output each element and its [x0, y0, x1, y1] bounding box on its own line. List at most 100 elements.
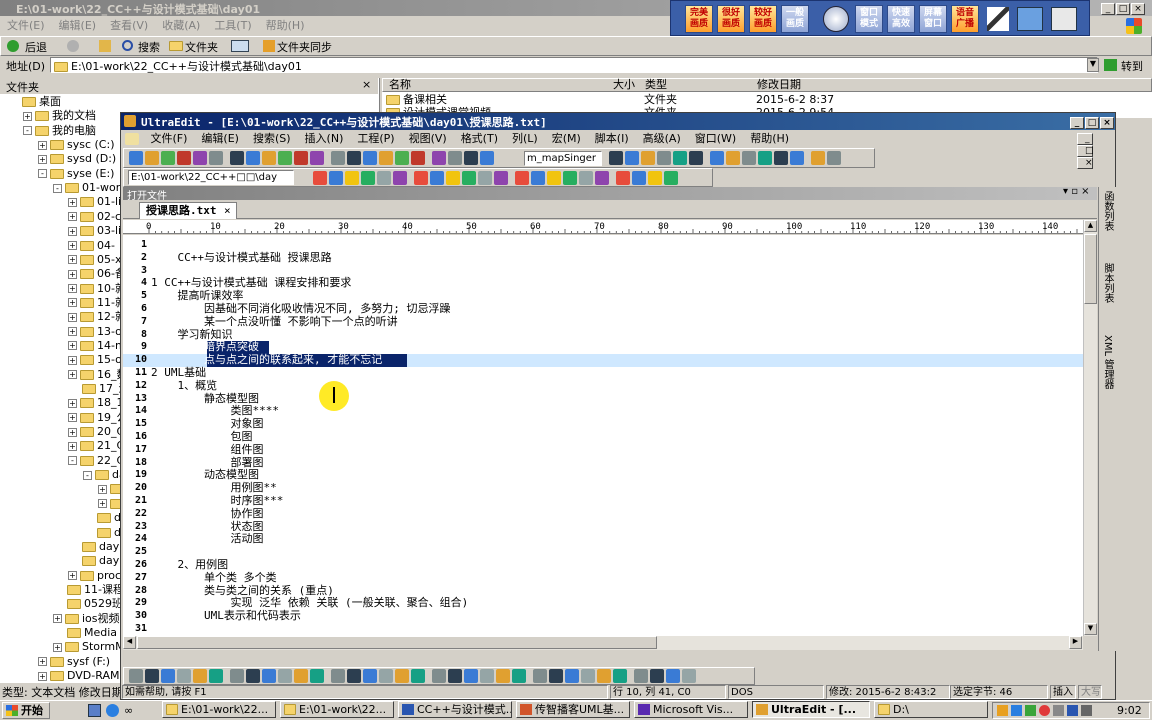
standard-tool-icon[interactable] — [432, 151, 446, 165]
format-tool-icon[interactable] — [533, 669, 547, 683]
tree-item[interactable]: 桌面 — [8, 95, 61, 109]
quick-btn-4[interactable]: 一般 画质 — [781, 5, 809, 33]
tools-tool-icon[interactable] — [361, 171, 375, 185]
format-tool-icon[interactable] — [682, 669, 696, 683]
search-button[interactable]: 搜索 — [138, 39, 160, 55]
expand-icon[interactable]: + — [68, 441, 77, 451]
pen-icon[interactable] — [987, 7, 1009, 31]
code-line[interactable]: 时序图*** — [151, 494, 283, 508]
ue-menu-format[interactable]: 格式(T) — [454, 132, 505, 145]
quick-btn-3[interactable]: 较好 画质 — [749, 5, 777, 33]
code-line[interactable]: 活动图 — [151, 533, 263, 546]
view-tool-icon[interactable] — [673, 151, 687, 165]
expand-icon[interactable]: + — [98, 499, 107, 509]
sync-button[interactable]: 文件夹同步 — [277, 39, 332, 55]
menu-edit[interactable]: 编辑(E) — [52, 19, 104, 32]
expand-icon[interactable]: + — [23, 111, 32, 121]
menu-view[interactable]: 查看(V) — [103, 19, 155, 32]
tree-item[interactable]: + sysc (C:) — [38, 138, 115, 152]
folders-button[interactable]: 文件夹 — [185, 39, 218, 55]
standard-tool-icon[interactable] — [411, 151, 425, 165]
view-tool-icon[interactable] — [790, 151, 804, 165]
ue-menu-help[interactable]: 帮助(H) — [743, 132, 796, 145]
tree-item[interactable]: + ios视频 — [53, 612, 120, 626]
format-tool-icon[interactable] — [310, 669, 324, 683]
col-date[interactable]: 修改日期 — [757, 79, 801, 91]
tray-icon-4[interactable] — [1039, 705, 1050, 716]
tray-icon-6[interactable] — [1067, 705, 1078, 716]
minimize-icon[interactable]: _ — [1101, 3, 1115, 15]
tools-tool-icon[interactable] — [345, 171, 359, 185]
format-tool-icon[interactable] — [395, 669, 409, 683]
address-field[interactable]: E:\01-work\22_CC++与设计模式基础\day01 — [50, 57, 1098, 73]
format-tool-icon[interactable] — [230, 669, 244, 683]
standard-tool-icon[interactable] — [294, 151, 308, 165]
tools-tool-icon[interactable] — [329, 171, 343, 185]
editor-vscrollbar[interactable]: ▲ ▼ — [1083, 220, 1097, 636]
expand-icon[interactable]: + — [68, 284, 77, 294]
format-tool-icon[interactable] — [209, 669, 223, 683]
format-tool-icon[interactable] — [129, 669, 143, 683]
scroll-down-icon[interactable]: ▼ — [1084, 623, 1097, 635]
disc-icon[interactable] — [823, 6, 849, 32]
ue-menu-file[interactable]: 文件(F) — [144, 132, 195, 145]
tree-item[interactable]: 0529班 — [53, 597, 123, 611]
expand-icon[interactable]: + — [68, 226, 77, 236]
standard-tool-icon[interactable] — [161, 151, 175, 165]
tray-icon-1[interactable] — [997, 705, 1008, 716]
view-tool-icon[interactable] — [689, 151, 703, 165]
format-tool-icon[interactable] — [650, 669, 664, 683]
code-line[interactable]: 1、概览 — [151, 379, 217, 393]
format-tool-icon[interactable] — [145, 669, 159, 683]
ue-menu-view[interactable]: 视图(V) — [402, 132, 454, 145]
expand-icon[interactable]: + — [53, 614, 62, 624]
address-dropdown-icon[interactable]: ▼ — [1087, 58, 1099, 72]
side-tab-scripts[interactable]: 脚本列表 — [1101, 263, 1115, 319]
tools-tool-icon[interactable] — [664, 171, 678, 185]
format-tool-icon[interactable] — [262, 669, 276, 683]
ultraedit-titlebar[interactable]: UltraEdit - [E:\01-work\22_CC++与设计模式基础\d… — [121, 113, 1115, 130]
tree-item[interactable]: - 我的电脑 — [23, 124, 96, 138]
menu-favorites[interactable]: 收藏(A) — [155, 19, 207, 32]
view-tool-icon[interactable] — [827, 151, 841, 165]
volume-icon[interactable] — [1081, 705, 1092, 716]
expand-icon[interactable]: + — [68, 571, 77, 581]
expand-icon[interactable]: + — [68, 255, 77, 265]
col-size[interactable]: 大小 — [613, 79, 635, 91]
tools-tool-icon[interactable] — [414, 171, 428, 185]
collapse-icon[interactable]: - — [53, 183, 62, 193]
format-tool-icon[interactable] — [432, 669, 446, 683]
tray-icon-2[interactable] — [1011, 705, 1022, 716]
hscroll-thumb[interactable] — [137, 636, 657, 649]
format-tool-icon[interactable] — [565, 669, 579, 683]
folder-pane-close-icon[interactable]: × — [362, 78, 371, 91]
code-line[interactable]: 因基础不同消化吸收情况不同, 多努力; 切忌浮躁 — [151, 302, 451, 316]
back-icon[interactable] — [7, 40, 19, 52]
tools-tool-icon[interactable] — [563, 171, 577, 185]
standard-tool-icon[interactable] — [209, 151, 223, 165]
ue-menu-advanced[interactable]: 高级(A) — [636, 132, 688, 145]
tab-file[interactable]: 授课思路.txt × — [139, 202, 237, 219]
format-tool-icon[interactable] — [549, 669, 563, 683]
quicklaunch-desktop-icon[interactable] — [88, 704, 101, 717]
tree-item[interactable]: -01-work — [53, 181, 127, 195]
ue-menu-project[interactable]: 工程(P) — [350, 132, 401, 145]
start-button[interactable]: 开始 — [2, 702, 50, 719]
standard-tool-icon[interactable] — [331, 151, 345, 165]
format-tool-icon[interactable] — [411, 669, 425, 683]
code-line[interactable]: UML表示和代码表示 — [151, 609, 301, 623]
ue-menu-script[interactable]: 脚本(I) — [588, 132, 636, 145]
view-tool-icon[interactable] — [641, 151, 655, 165]
tools-tool-icon[interactable] — [632, 171, 646, 185]
expand-icon[interactable]: + — [68, 341, 77, 351]
tree-item[interactable]: +04- — [68, 239, 115, 253]
format-tool-icon[interactable] — [161, 669, 175, 683]
scroll-left-icon[interactable]: ◀ — [123, 636, 136, 649]
quick-btn-5[interactable]: 窗口 模式 — [855, 5, 883, 33]
path-combo[interactable]: E:\01-work\22_CC++□□\day — [128, 170, 294, 185]
standard-tool-icon[interactable] — [379, 151, 393, 165]
code-line[interactable]: 2、用例图 — [151, 558, 228, 572]
format-tool-icon[interactable] — [363, 669, 377, 683]
tools-tool-icon[interactable] — [462, 171, 476, 185]
expand-icon[interactable]: + — [53, 642, 62, 652]
